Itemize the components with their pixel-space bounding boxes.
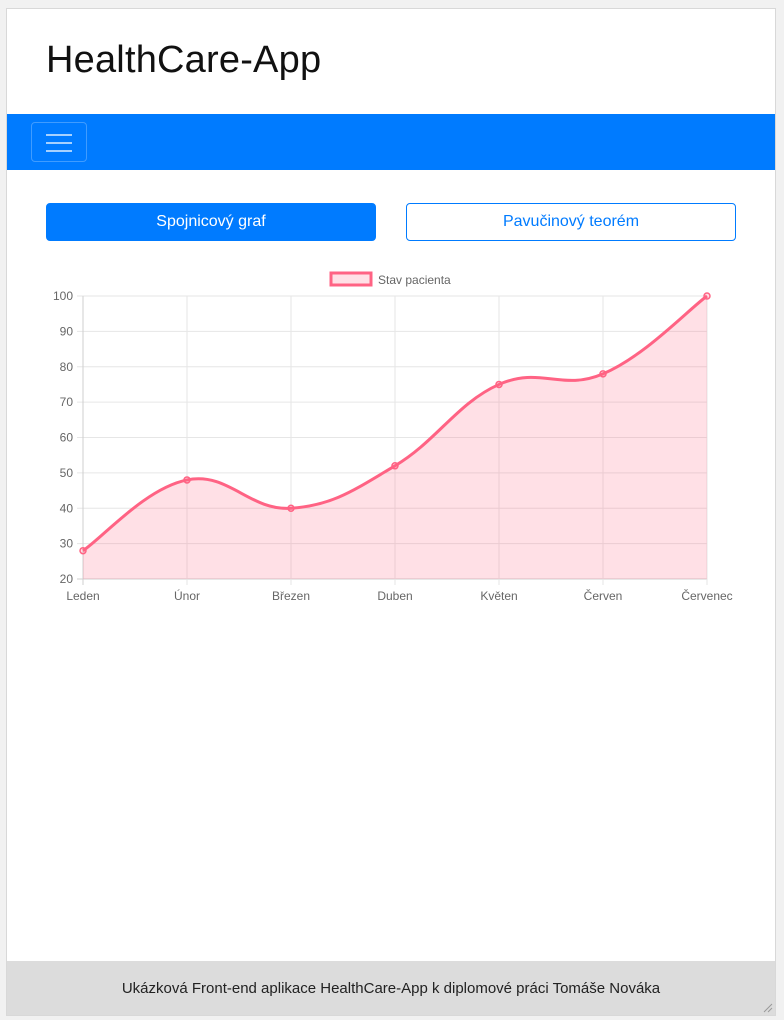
y-tick-label: 20: [60, 572, 74, 586]
legend-label: Stav pacienta: [378, 273, 451, 287]
x-tick-label: Červen: [584, 588, 623, 603]
data-point: [495, 380, 503, 389]
footer-text: Ukázková Front-end aplikace HealthCare-A…: [121, 979, 661, 997]
y-tick-label: 50: [60, 466, 74, 480]
y-tick-label: 60: [60, 431, 74, 445]
app-window: HealthCare-App Spojnicový graf Pavučinov…: [6, 8, 776, 1016]
y-tick-label: 80: [60, 360, 74, 374]
data-point: [703, 292, 711, 300]
x-tick-label: Únor: [174, 588, 200, 603]
line-chart: 20 30 40 50 60 70 80 90 100 Leden Únor Březen Duben K…: [53, 271, 733, 603]
data-point: [391, 462, 399, 470]
y-tick-label: 30: [60, 537, 74, 551]
y-tick-label: 100: [53, 289, 73, 303]
footer: Ukázková Front-end aplikace HealthCare-A…: [7, 961, 775, 1015]
data-point: [287, 504, 295, 512]
x-tick-label: Červenec: [681, 588, 732, 603]
y-tick-label: 90: [60, 324, 74, 338]
data-point: [599, 370, 607, 378]
x-tick-label: Leden: [66, 589, 99, 603]
resize-grip-icon[interactable]: [761, 1001, 773, 1013]
y-tick-label: 70: [60, 395, 74, 409]
x-tick-label: Duben: [377, 589, 412, 603]
y-tick-label: 40: [60, 501, 74, 515]
legend-swatch: [329, 271, 373, 287]
x-tick-label: Květen: [480, 589, 517, 603]
x-tick-label: Březen: [272, 589, 310, 603]
data-point: [183, 476, 191, 484]
data-point: [79, 546, 87, 555]
